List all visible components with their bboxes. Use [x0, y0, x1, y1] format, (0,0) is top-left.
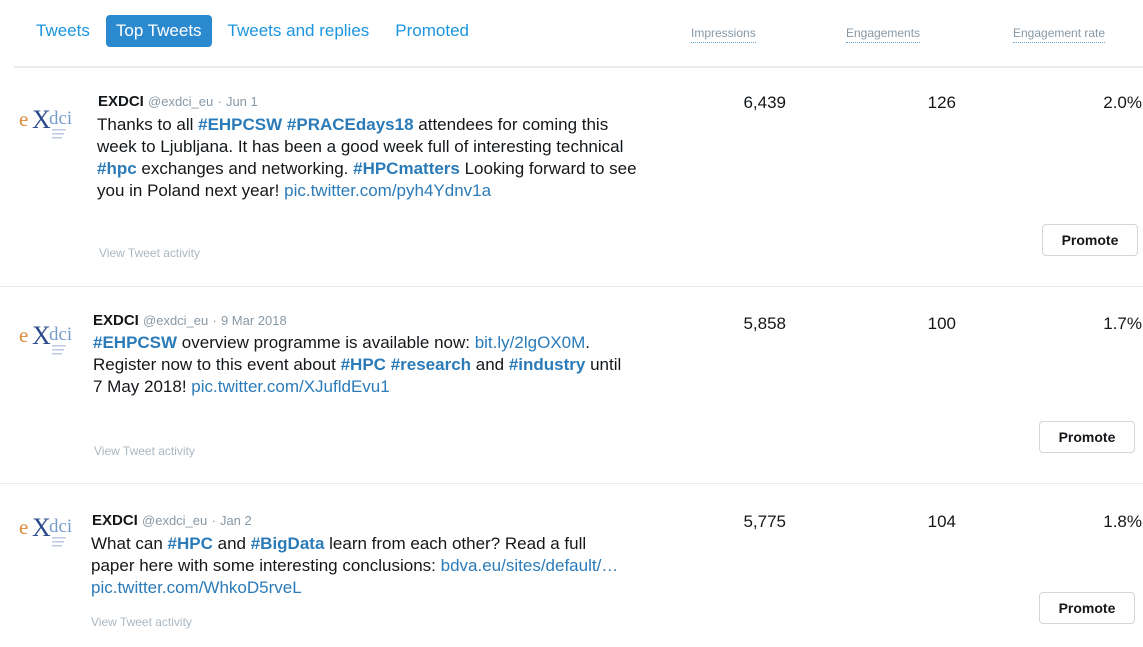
impressions-value: 5,858 [743, 314, 786, 333]
view-tweet-activity-link[interactable]: View Tweet activity [99, 246, 200, 260]
tab-promoted[interactable]: Promoted [385, 15, 479, 47]
author-name[interactable]: EXDCI [93, 312, 139, 329]
svg-text:e: e [19, 107, 28, 131]
meta-separator: · [217, 94, 222, 109]
tweet-text: #EHPCSW overview programme is available … [93, 332, 633, 398]
exdci-logo-icon: e X dci [19, 510, 75, 556]
hashtag-link[interactable]: #HPCmatters [353, 159, 460, 178]
tweet-date[interactable]: 9 Mar 2018 [221, 313, 287, 328]
tweet-row: e X dci EXDCI @exdci_eu · Jan 2 What can… [0, 483, 1143, 647]
hashtag-link[interactable]: #BigData [251, 534, 325, 553]
view-tweet-activity-link[interactable]: View Tweet activity [91, 615, 192, 629]
tweet-text-segment: overview programme is available now: [177, 333, 475, 352]
tweet-text: Thanks to all #EHPCSW #PRACEdays18 atten… [97, 114, 637, 202]
promote-button[interactable]: Promote [1039, 592, 1135, 624]
svg-text:dci: dci [49, 108, 72, 129]
hashtag-link[interactable]: #EHPCSW [198, 115, 282, 134]
tweet-date[interactable]: Jan 2 [220, 513, 252, 528]
tab-top-tweets[interactable]: Top Tweets [105, 15, 212, 47]
url-link[interactable]: bdva.eu/sites/default/… [441, 556, 619, 575]
svg-text:dci: dci [49, 516, 72, 537]
url-link[interactable]: pic.twitter.com/XJufldEvu1 [191, 377, 389, 396]
svg-text:e: e [19, 515, 28, 539]
hashtag-link[interactable]: #HPC [341, 355, 386, 374]
impressions-value: 6,439 [743, 93, 786, 112]
url-link[interactable]: bit.ly/2lgOX0M [475, 333, 586, 352]
hashtag-link[interactable]: #HPC [168, 534, 213, 553]
engagement-rate-value: 1.7% [1103, 314, 1142, 333]
tweet-row: e X dci EXDCI @exdci_eu · 9 Mar 2018 #EH… [0, 286, 1143, 483]
meta-separator: · [212, 313, 217, 328]
exdci-logo-icon: e X dci [19, 102, 75, 148]
hashtag-link[interactable]: #PRACEdays18 [287, 115, 414, 134]
tab-tweets[interactable]: Tweets [26, 15, 100, 47]
engagement-rate-value: 1.8% [1103, 512, 1142, 531]
exdci-logo-icon: e X dci [19, 318, 75, 364]
tweet-text: What can #HPC and #BigData learn from ea… [91, 533, 631, 599]
engagement-rate-column-header[interactable]: Engagement rate [1013, 26, 1106, 43]
engagements-column-header[interactable]: Engagements [846, 26, 921, 43]
hashtag-link[interactable]: #EHPCSW [93, 333, 177, 352]
view-tweet-activity-link[interactable]: View Tweet activity [94, 444, 195, 458]
tweet-row: e X dci EXDCI @exdci_eu · Jun 1 Thanks t… [0, 68, 1143, 285]
author-handle[interactable]: @exdci_eu [143, 313, 208, 328]
engagements-value: 104 [927, 512, 956, 531]
author-name[interactable]: EXDCI [98, 93, 144, 110]
tweet-date[interactable]: Jun 1 [226, 94, 258, 109]
tweet-meta: EXDCI @exdci_eu · Jan 2 [92, 512, 252, 529]
tweet-text-segment: and [471, 355, 509, 374]
engagements-value: 126 [927, 93, 956, 112]
promote-button[interactable]: Promote [1042, 224, 1138, 256]
engagement-rate-value: 2.0% [1103, 93, 1142, 112]
impressions-value: 5,775 [743, 512, 786, 531]
tab-tweets-and-replies[interactable]: Tweets and replies [218, 15, 380, 47]
analytics-tabs: Tweets Top Tweets Tweets and replies Pro… [26, 13, 485, 49]
url-link[interactable]: pic.twitter.com/WhkoD5rveL [91, 578, 302, 597]
tweet-meta: EXDCI @exdci_eu · Jun 1 [98, 93, 258, 110]
promote-button[interactable]: Promote [1039, 421, 1135, 453]
hashtag-link[interactable]: #research [391, 355, 471, 374]
engagements-value: 100 [927, 314, 956, 333]
tweet-text-segment: What can [91, 534, 168, 553]
author-handle[interactable]: @exdci_eu [142, 513, 207, 528]
meta-separator: · [211, 513, 216, 528]
url-link[interactable]: pic.twitter.com/pyh4Ydnv1a [284, 181, 491, 200]
svg-text:e: e [19, 323, 28, 347]
hashtag-link[interactable]: #hpc [97, 159, 137, 178]
tweet-text-segment: Thanks to all [97, 115, 199, 134]
tweet-text-segment: exchanges and networking. [136, 159, 354, 178]
impressions-column-header[interactable]: Impressions [691, 26, 756, 43]
author-handle[interactable]: @exdci_eu [148, 94, 213, 109]
tweet-meta: EXDCI @exdci_eu · 9 Mar 2018 [93, 312, 287, 329]
tweet-text-segment: and [212, 534, 251, 553]
hashtag-link[interactable]: #industry [509, 355, 586, 374]
svg-text:dci: dci [49, 324, 72, 345]
author-name[interactable]: EXDCI [92, 512, 138, 529]
